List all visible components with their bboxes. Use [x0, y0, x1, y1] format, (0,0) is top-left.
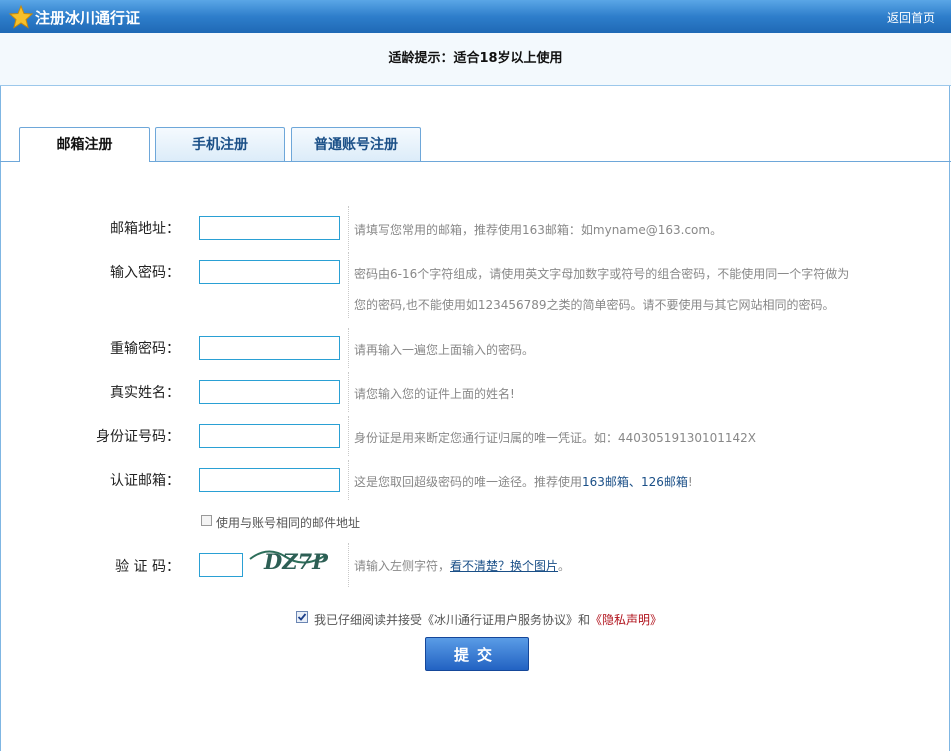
agreement-text: 我已仔细阅读并接受《冰川通行证用户服务协议》和《隐私声明》: [314, 611, 662, 628]
same-email-label[interactable]: 使用与账号相同的邮件地址: [216, 514, 360, 531]
id-number-hint: 身份证是用来断定您通行证归属的唯一凭证。如：44030519130101142X: [354, 431, 757, 445]
captcha-hint: 请输入左侧字符，看不清楚？换个图片。: [354, 557, 570, 574]
captcha-image[interactable]: DZ7P: [248, 545, 328, 575]
verify-email-hint: 这是您取回超级密码的唯一途径。推荐使用163邮箱、126邮箱!: [354, 473, 693, 490]
same-email-checkbox[interactable]: [201, 515, 212, 526]
real-name-hint: 请您输入您的证件上面的姓名!: [354, 387, 515, 401]
privacy-link[interactable]: 《隐私声明》: [590, 613, 662, 627]
real-name-input[interactable]: [199, 380, 340, 404]
repeat-password-hint: 请再输入一遍您上面输入的密码。: [354, 343, 535, 357]
password-hint-line2: 您的密码,也不能使用如123456789之类的简单密码。请不要使用与其它网站相同…: [354, 298, 835, 312]
link-163-email[interactable]: 163邮箱: [582, 475, 629, 489]
title-bar: 注册冰川通行证 返回首页: [0, 0, 951, 33]
captcha-text: DZ7P: [263, 549, 328, 574]
id-number-input[interactable]: [199, 424, 340, 448]
refresh-captcha-link[interactable]: 看不清楚？换个图片: [450, 559, 558, 573]
agree-checkbox[interactable]: [296, 611, 308, 623]
id-number-label: 身份证号码：: [96, 429, 180, 445]
age-notice: 适龄提示：适合18岁以上使用: [0, 33, 951, 86]
check-icon: [297, 613, 307, 621]
separator: [348, 372, 349, 412]
tab-normal-register[interactable]: 普通账号注册: [291, 127, 421, 161]
agreement-prefix[interactable]: 我已仔细阅读并接受《冰川通行证用户服务协议》和: [314, 613, 590, 627]
verify-email-label: 认证邮箱：: [110, 473, 180, 489]
link-separator: 、: [628, 475, 641, 489]
tab-email-register[interactable]: 邮箱注册: [19, 127, 150, 162]
separator: [348, 328, 349, 368]
separator: [348, 252, 349, 318]
separator: [348, 206, 349, 250]
captcha-hint-text: 请输入左侧字符，: [354, 559, 451, 573]
star-icon: [9, 5, 33, 29]
separator: [348, 416, 349, 456]
verify-email-hint-suffix: !: [687, 475, 693, 489]
separator: [348, 460, 349, 500]
email-input[interactable]: [199, 216, 340, 240]
page-title: 注册冰川通行证: [35, 9, 141, 27]
password-hint-line1: 密码由6-16个字符组成，请使用英文字母加数字或符号的组合密码，不能使用同一个字…: [354, 267, 850, 281]
repeat-password-label: 重输密码：: [110, 341, 180, 357]
verify-email-input[interactable]: [199, 468, 340, 492]
captcha-label: 验 证 码：: [115, 559, 180, 575]
repeat-password-input[interactable]: [199, 336, 340, 360]
email-label: 邮箱地址：: [110, 221, 180, 237]
link-126-email[interactable]: 126邮箱: [641, 475, 688, 489]
verify-email-hint-text: 这是您取回超级密码的唯一途径。推荐使用: [354, 475, 583, 489]
home-link[interactable]: 返回首页: [887, 9, 935, 26]
real-name-label: 真实姓名：: [110, 385, 180, 401]
password-label: 输入密码：: [110, 265, 180, 281]
email-hint: 请填写您常用的邮箱，推荐使用163邮箱：如myname@163.com。: [354, 223, 723, 237]
submit-button[interactable]: 提交: [425, 637, 529, 671]
captcha-input[interactable]: [199, 553, 243, 577]
password-input[interactable]: [199, 260, 340, 284]
tab-phone-register[interactable]: 手机注册: [155, 127, 285, 161]
separator: [348, 543, 349, 587]
captcha-hint-suffix: 。: [558, 559, 571, 573]
